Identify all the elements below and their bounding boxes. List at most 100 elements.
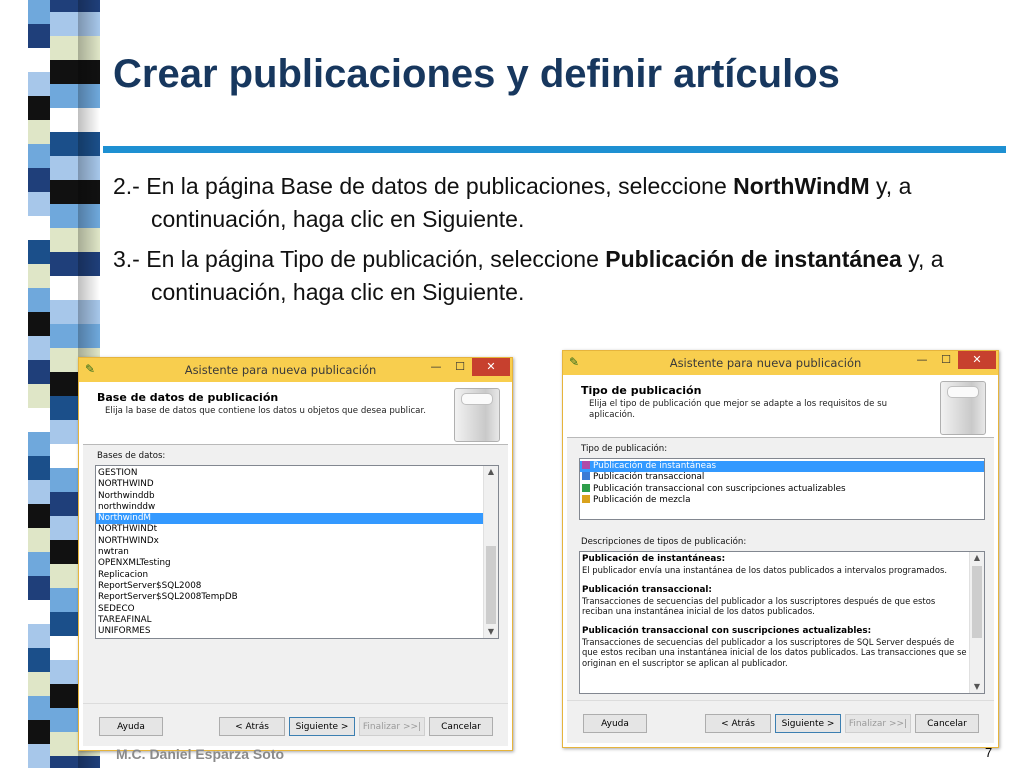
scroll-up-icon[interactable]: ▲ (484, 466, 498, 478)
scroll-thumb[interactable] (486, 546, 496, 624)
step-3-bold: Publicación de instantánea (605, 246, 902, 272)
wizard-content: Bases de datos: GESTION NORTHWIND Northwin… (83, 445, 508, 704)
snapshot-publication-icon (582, 461, 590, 469)
finish-button[interactable]: Finalizar >>| (359, 717, 425, 736)
step-3-paragraph: 3.- En la página Tipo de publicación, se… (113, 243, 993, 309)
wizard-header-subtitle-line-2: aplicación. (589, 410, 636, 420)
scroll-down-icon[interactable]: ▼ (970, 681, 984, 693)
descriptions-box: Publicación de instantáneas: El publicado… (579, 551, 985, 694)
database-item[interactable]: UNIFORMES (96, 626, 498, 637)
wizard-header-subtitle: Elija la base de datos que contiene los … (105, 406, 426, 416)
database-item[interactable]: northwinddw (96, 502, 498, 513)
minimize-button[interactable]: — (424, 358, 448, 376)
publication-type-label: Publicación de mezcla (593, 494, 691, 505)
description-line: El publicador envía una instantánea de l… (582, 565, 948, 575)
publication-type-label: Publicación transaccional (593, 472, 705, 483)
descriptions-scrollbar[interactable]: ▲ ▼ (969, 552, 984, 693)
back-button[interactable]: < Atrás (219, 717, 285, 736)
database-item[interactable]: ReportServer$SQL2008 (96, 581, 498, 592)
description-title: Publicación transaccional: (582, 584, 712, 595)
scroll-thumb[interactable] (972, 566, 982, 638)
help-button[interactable]: Ayuda (99, 717, 163, 736)
minimize-button[interactable]: — (910, 351, 934, 369)
databases-scrollbar[interactable]: ▲ ▼ (483, 466, 498, 638)
descriptions-label: Descripciones de tipos de publicación: (581, 537, 747, 547)
database-item[interactable]: NORTHWINDx (96, 536, 498, 547)
maximize-button[interactable]: ☐ (934, 351, 958, 369)
wizard-art-icon (940, 381, 986, 435)
cancel-button[interactable]: Cancelar (915, 714, 979, 733)
description-line: Transacciones de secuencias del publicad… (582, 636, 955, 647)
database-item[interactable]: Replicacion (96, 570, 498, 581)
slide-body: 2.- En la página Base de datos de public… (113, 170, 993, 316)
dialog-title: Asistente para nueva publicación (184, 363, 377, 377)
database-item[interactable]: TAREAFINAL (96, 615, 498, 626)
cancel-button[interactable]: Cancelar (429, 717, 493, 736)
step-2-paragraph: 2.- En la página Base de datos de public… (113, 170, 993, 236)
description-text: Transacciones de secuencias del publicad… (580, 637, 968, 669)
dialog-title: Asistente para nueva publicación (669, 356, 862, 370)
description-line: originan en el suscriptor se aplican al … (582, 657, 788, 668)
step-2-bold: NorthWindM (733, 173, 870, 199)
close-button[interactable]: ✕ (472, 358, 510, 376)
dialog-publication-type: ✎ Asistente para nueva publicación — ☐ ✕… (562, 350, 999, 748)
description-text: El publicador envía una instantánea de l… (580, 565, 968, 576)
databases-label: Bases de datos: (97, 451, 166, 461)
step-3-text: 3.- En la página Tipo de publicación, se… (113, 246, 606, 272)
page-number: 7 (985, 745, 993, 760)
description-title: Publicación de instantáneas: (582, 554, 726, 564)
database-item[interactable]: nwtran (96, 547, 498, 558)
dialog-titlebar[interactable]: ✎ Asistente para nueva publicación — ☐ ✕ (79, 358, 512, 382)
scroll-up-icon[interactable]: ▲ (970, 552, 984, 564)
publication-type-label: Publicación transaccional con suscripcio… (593, 483, 846, 494)
close-button[interactable]: ✕ (958, 351, 996, 369)
database-item[interactable]: SEDECO (96, 604, 498, 615)
publication-type-item[interactable]: Publicación transaccional (580, 472, 984, 483)
wizard-header-subtitle-line-1: Elija el tipo de publicación que mejor s… (589, 399, 888, 409)
wizard-footer: Ayuda < Atrás Siguiente > Finalizar >>| … (83, 703, 508, 746)
wizard-art-icon (454, 388, 500, 442)
dialog-titlebar[interactable]: ✎ Asistente para nueva publicación — ☐ ✕ (563, 351, 998, 375)
slide-title: Crear publicaciones y definir artículos (113, 52, 840, 96)
databases-listbox[interactable]: GESTION NORTHWIND Northwinddb northwinddw No… (95, 465, 499, 639)
database-item[interactable]: NorthwindM (96, 513, 498, 525)
description-title: Publicación transaccional con suscripcio… (582, 625, 872, 636)
database-item[interactable]: NORTHWIND (96, 479, 498, 490)
wizard-header-title: Tipo de publicación (581, 384, 702, 397)
wizard-header: Base de datos de publicación Elija la ba… (83, 382, 508, 445)
database-item[interactable]: NORTHWINDt (96, 524, 498, 535)
wizard-header: Tipo de publicación Elija el tipo de pub… (567, 375, 994, 438)
database-item[interactable]: OPENXMLTesting (96, 558, 498, 569)
database-item[interactable]: Northwinddb (96, 491, 498, 502)
publication-type-item[interactable]: Publicación de mezcla (580, 494, 984, 506)
database-item[interactable]: ReportServer$SQL2008TempDB (96, 592, 498, 603)
finish-button[interactable]: Finalizar >>| (845, 714, 911, 733)
wizard-header-subtitle: Elija el tipo de publicación que mejor s… (589, 399, 887, 421)
title-rule (103, 146, 1006, 153)
footer-author: M.C. Daniel Esparza Soto (116, 746, 285, 762)
transactional-publication-icon (582, 472, 590, 481)
database-item[interactable]: GESTION (96, 468, 498, 479)
wizard-footer: Ayuda < Atrás Siguiente > Finalizar >>| … (567, 700, 994, 743)
updatable-publication-icon (582, 483, 590, 492)
scroll-down-icon[interactable]: ▼ (484, 626, 498, 638)
help-button[interactable]: Ayuda (583, 714, 647, 733)
back-button[interactable]: < Atrás (705, 714, 771, 733)
description-line: reciban una instantánea inicial de los d… (582, 606, 815, 616)
publication-type-label: Tipo de publicación: (581, 444, 668, 454)
description-text: Transacciones de secuencias del publicad… (580, 596, 968, 617)
publication-type-label: Publicación de instantáneas (593, 461, 717, 471)
next-button[interactable]: Siguiente > (775, 714, 841, 733)
publication-type-listbox[interactable]: Publicación de instantáneas Publicación t… (579, 458, 985, 520)
merge-publication-icon (582, 494, 590, 503)
maximize-button[interactable]: ☐ (448, 358, 472, 376)
dialog-publication-database: ✎ Asistente para nueva publicación — ☐ ✕… (78, 357, 513, 751)
description-line: Transacciones de secuencias del publicad… (582, 595, 936, 606)
description-line: que estos reciban una instantánea inicia… (582, 647, 967, 657)
wizard-header-title: Base de datos de publicación (97, 391, 279, 404)
step-2-text: 2.- En la página Base de datos de public… (113, 173, 734, 199)
next-button[interactable]: Siguiente > (289, 717, 355, 736)
wizard-content: Tipo de publicación: Publicación de inst… (567, 438, 994, 701)
publication-type-item[interactable]: Publicación de instantáneas (580, 461, 984, 473)
publication-type-item[interactable]: Publicación transaccional con suscripcio… (580, 483, 984, 495)
